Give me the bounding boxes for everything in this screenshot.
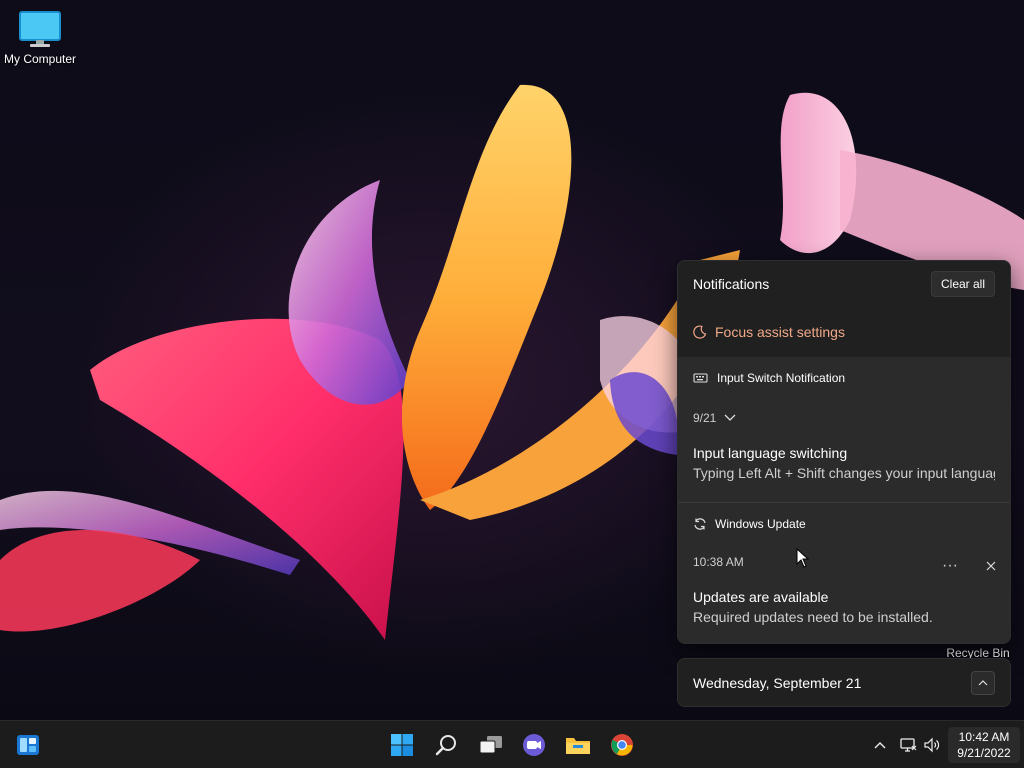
calendar-flyout-header[interactable]: Wednesday, September 21 [677, 658, 1011, 707]
notification-body: Required updates need to be installed. [693, 609, 933, 625]
mouse-cursor-icon [796, 548, 810, 568]
windows-start-icon [391, 734, 413, 756]
search-button[interactable] [433, 731, 461, 759]
notification-app-name: Input Switch Notification [717, 371, 846, 385]
search-icon [435, 735, 456, 756]
refresh-icon [694, 518, 706, 530]
notification-time-row[interactable]: 9/21 [693, 411, 995, 425]
focus-assist-settings-link[interactable]: Focus assist settings [678, 307, 1010, 357]
chat-icon [523, 734, 545, 756]
more-options-button[interactable]: ··· [942, 557, 958, 575]
moon-icon [693, 325, 707, 339]
notification-card-windows-update[interactable]: Windows Update 10:38 AM ··· Updates are … [678, 503, 1010, 643]
desktop[interactable]: My Computer Recycle Bin Notifications Cl… [0, 0, 1024, 720]
volume-icon [924, 737, 940, 753]
notification-time: 9/21 [693, 411, 717, 425]
desktop-icon-label: My Computer [3, 52, 77, 66]
focus-assist-label: Focus assist settings [715, 324, 845, 340]
widgets-icon [17, 735, 39, 755]
clock-button[interactable]: 10:42 AM 9/21/2022 [948, 727, 1020, 763]
network-button[interactable] [896, 731, 920, 759]
computer-icon [19, 11, 61, 47]
notification-app-name: Windows Update [715, 517, 806, 531]
file-explorer-icon [566, 738, 590, 754]
notification-center: Notifications Clear all Focus assist set… [677, 260, 1011, 644]
notification-header: Notifications Clear all [678, 261, 1010, 307]
file-explorer-button[interactable] [564, 731, 592, 759]
notification-heading: Updates are available [693, 589, 829, 605]
clock-time: 10:42 AM [958, 730, 1010, 744]
calendar-date: Wednesday, September 21 [693, 674, 862, 691]
chevron-up-icon [874, 742, 886, 749]
desktop-icon-my-computer[interactable]: My Computer [0, 10, 80, 66]
chevron-down-icon [724, 414, 736, 421]
chrome-button[interactable] [608, 731, 636, 759]
calendar-expand-button[interactable] [971, 670, 995, 695]
notification-heading: Input language switching [693, 445, 848, 461]
widgets-button[interactable] [14, 731, 42, 759]
show-hidden-icons-button[interactable] [868, 731, 892, 759]
notification-body: Typing Left Alt + Shift changes your inp… [693, 465, 995, 481]
chrome-icon [611, 734, 633, 756]
start-button[interactable] [388, 731, 416, 759]
network-icon [900, 738, 917, 752]
notification-app-row: Input Switch Notification [693, 357, 995, 385]
task-view-button[interactable] [477, 731, 505, 759]
notification-card-input-switch[interactable]: Input Switch Notification 9/21 Input lan… [678, 357, 1010, 503]
volume-button[interactable] [920, 731, 944, 759]
task-view-icon [479, 736, 502, 754]
notification-actions: ··· [942, 557, 996, 575]
chevron-up-icon [978, 679, 988, 685]
notification-title: Notifications [693, 276, 770, 292]
taskbar: 10:42 AM 9/21/2022 [0, 720, 1024, 768]
chat-button[interactable] [520, 731, 548, 759]
close-icon[interactable] [986, 561, 996, 571]
notification-time: 10:38 AM [693, 555, 744, 569]
clock-date: 9/21/2022 [957, 746, 1011, 760]
keyboard-icon [693, 373, 708, 383]
clear-all-button[interactable]: Clear all [930, 271, 995, 297]
notification-app-row: Windows Update [693, 503, 995, 531]
